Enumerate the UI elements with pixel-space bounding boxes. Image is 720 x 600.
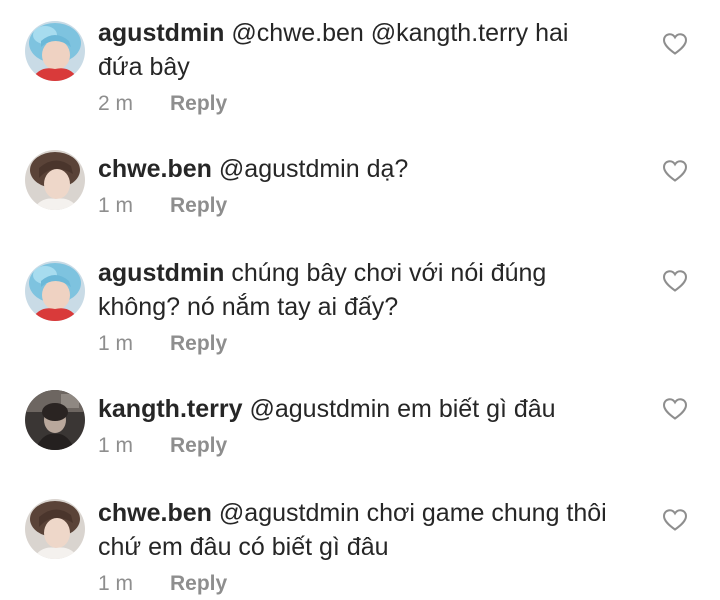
comment-meta: 2 m Reply	[98, 88, 618, 120]
blue-hair-avatar-icon	[25, 261, 85, 321]
comment-username[interactable]: agustdmin	[98, 259, 224, 287]
comment-text-line: kangth.terry @agustdmin em biết gì đâu	[98, 392, 618, 426]
comment-meta: 1 m Reply	[98, 568, 618, 600]
comment-username[interactable]: chwe.ben	[98, 155, 212, 183]
comment-timestamp: 1 m	[98, 194, 134, 217]
like-heart-icon[interactable]	[662, 508, 688, 532]
comment-text-line: chwe.ben @agustdmin chơi game chung thôi …	[98, 496, 618, 564]
like-heart-icon[interactable]	[662, 32, 688, 56]
reply-button[interactable]: Reply	[170, 88, 227, 120]
comment-meta: 1 m Reply	[98, 328, 618, 360]
comment-text: @agustdmin em biết gì đâu	[249, 395, 556, 423]
reply-button[interactable]: Reply	[170, 430, 227, 462]
comment-timestamp: 2 m	[98, 92, 134, 115]
comment-text-line: chwe.ben @agustdmin dạ?	[98, 152, 618, 186]
comment-body: agustdmin chúng bây chơi với nói đúng khô…	[98, 256, 618, 360]
avatar[interactable]	[25, 390, 85, 450]
comment-body: chwe.ben @agustdmin dạ? 1 m Reply	[98, 152, 618, 222]
blue-hair-avatar-icon	[25, 21, 85, 81]
comment-meta: 1 m Reply	[98, 190, 618, 222]
reply-button[interactable]: Reply	[170, 328, 227, 360]
comment-timestamp: 1 m	[98, 332, 134, 355]
like-heart-icon[interactable]	[662, 159, 688, 183]
comment-username[interactable]: chwe.ben	[98, 499, 212, 527]
comment-meta: 1 m Reply	[98, 430, 618, 462]
avatar[interactable]	[25, 499, 85, 559]
brown-hair-avatar-icon	[25, 150, 85, 210]
comment-body: agustdmin @chwe.ben @kangth.terry hai đứa…	[98, 16, 618, 120]
comment-timestamp: 1 m	[98, 572, 134, 595]
like-heart-icon[interactable]	[662, 397, 688, 421]
comment-body: kangth.terry @agustdmin em biết gì đâu 1 …	[98, 392, 618, 462]
comment-text-line: agustdmin @chwe.ben @kangth.terry hai đứa…	[98, 16, 618, 84]
comment-body: chwe.ben @agustdmin chơi game chung thôi …	[98, 496, 618, 600]
comment-username[interactable]: agustdmin	[98, 19, 224, 47]
reply-button[interactable]: Reply	[170, 190, 227, 222]
comment-text: @agustdmin dạ?	[218, 155, 409, 183]
avatar[interactable]	[25, 150, 85, 210]
avatar[interactable]	[25, 261, 85, 321]
dark-room-avatar-icon	[25, 390, 85, 450]
like-heart-icon[interactable]	[662, 269, 688, 293]
comment-timestamp: 1 m	[98, 434, 134, 457]
comment-text-line: agustdmin chúng bây chơi với nói đúng khô…	[98, 256, 618, 324]
brown-hair-avatar-icon	[25, 499, 85, 559]
reply-button[interactable]: Reply	[170, 568, 227, 600]
comment-username[interactable]: kangth.terry	[98, 395, 242, 423]
avatar[interactable]	[25, 21, 85, 81]
